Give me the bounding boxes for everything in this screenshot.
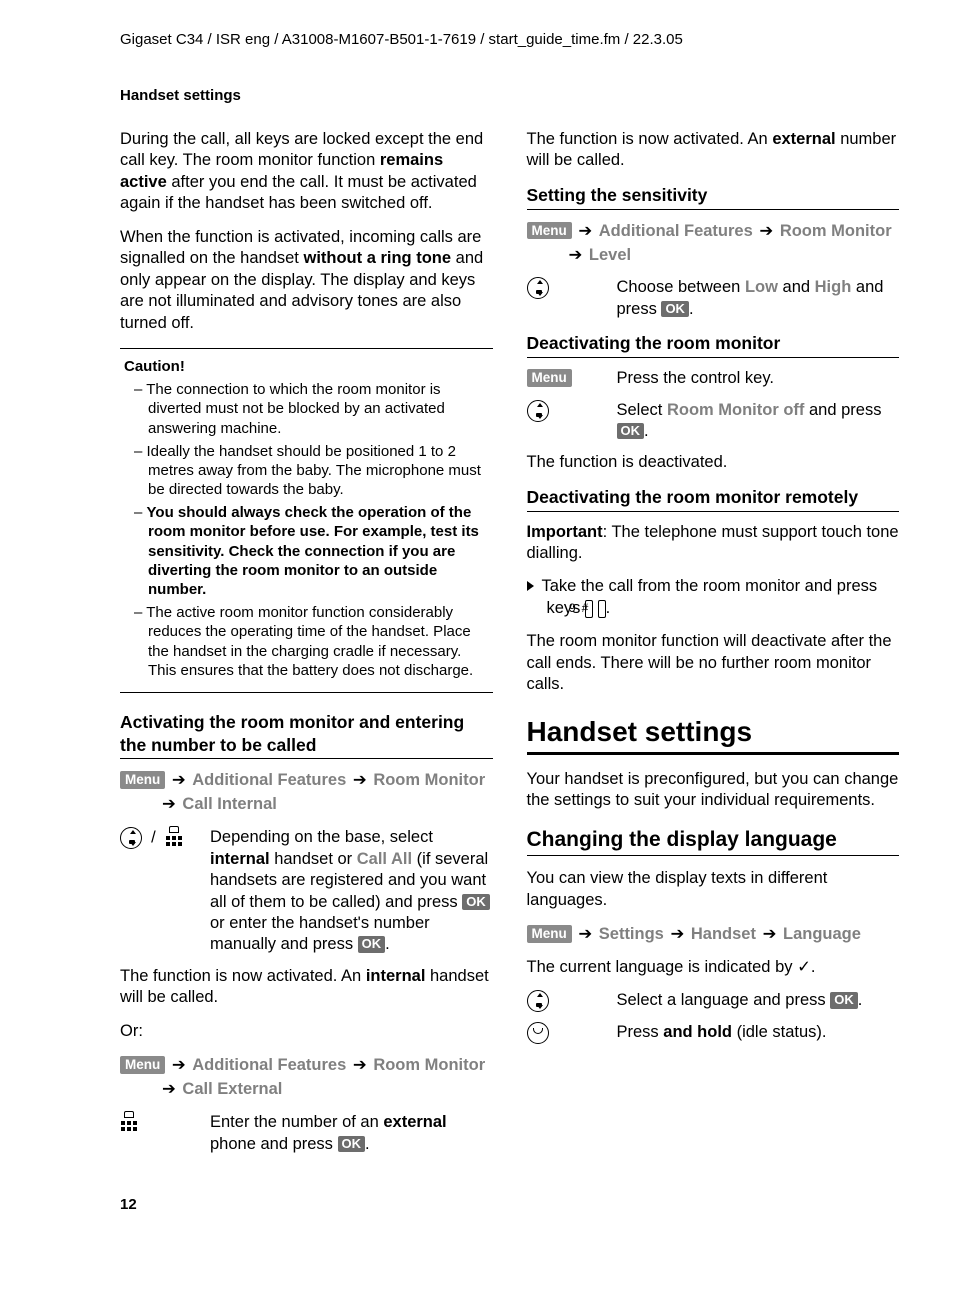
- control-key-icon: [527, 400, 549, 422]
- content-columns: During the call, all keys are locked exc…: [55, 129, 899, 1165]
- menu-key-icon: Menu: [527, 222, 572, 240]
- arrow-icon: ➔: [160, 1080, 178, 1098]
- step-row: Choose between Low and High and press OK…: [527, 277, 900, 320]
- heading-deactivate-remote: Deactivating the room monitor remotely: [527, 486, 900, 512]
- para: Important: The telephone must support to…: [527, 522, 900, 565]
- step-row: Select a language and press OK.: [527, 990, 900, 1012]
- checkmark-icon: ✓: [797, 958, 811, 976]
- menu-key-icon: Menu: [120, 1056, 165, 1074]
- para: The room monitor function will deactivat…: [527, 631, 900, 695]
- left-column: During the call, all keys are locked exc…: [120, 129, 493, 1165]
- control-key-icon: [527, 990, 549, 1012]
- arrow-icon: ➔: [576, 222, 594, 240]
- heading-activate: Activating the room monitor and entering…: [120, 711, 493, 760]
- heading-sensitivity: Setting the sensitivity: [527, 184, 900, 210]
- arrow-icon: ➔: [757, 222, 775, 240]
- step-text: Select a language and press OK.: [617, 990, 900, 1012]
- para: You can view the display texts in differ…: [527, 868, 900, 911]
- heading-deactivate: Deactivating the room monitor: [527, 332, 900, 358]
- menu-path: Menu ➔ Additional Features ➔ Room Monito…: [120, 769, 493, 817]
- menu-path: Menu ➔ Additional Features ➔ Room Monito…: [527, 220, 900, 268]
- key-hash-icon: #: [598, 600, 606, 618]
- caution-title: Caution!: [124, 357, 489, 376]
- step-icon-cell: [120, 1112, 210, 1155]
- heading-language: Changing the display language: [527, 826, 900, 856]
- menu-path: Menu ➔ Additional Features ➔ Room Monito…: [120, 1054, 493, 1102]
- step-icon-cell: Menu: [527, 368, 617, 389]
- step-row: Enter the number of an external phone an…: [120, 1112, 493, 1155]
- step-icon-cell: [527, 277, 617, 320]
- ok-key-icon: OK: [358, 936, 386, 952]
- arrow-icon: ➔: [160, 795, 178, 813]
- arrow-icon: ➔: [576, 925, 594, 943]
- ok-key-icon: OK: [661, 301, 689, 317]
- step-icon-cell: /: [120, 827, 210, 956]
- step-icon-cell: [527, 990, 617, 1012]
- step-text: Press and hold (idle status).: [617, 1022, 900, 1044]
- step-row: / Depending on the base, select internal…: [120, 827, 493, 956]
- menu-key-icon: Menu: [120, 771, 165, 789]
- doc-header: Gigaset C34 / ISR eng / A31008-M1607-B50…: [55, 30, 899, 50]
- step-text: Press the control key.: [617, 368, 900, 389]
- caution-item: You should always check the operation of…: [124, 503, 489, 599]
- step-icon-cell: [527, 400, 617, 443]
- arrow-icon: ➔: [170, 771, 188, 789]
- step-bullet: Take the call from the room monitor and …: [527, 576, 900, 619]
- keypad-icon: [120, 1113, 138, 1133]
- step-icon-cell: [527, 1022, 617, 1044]
- ok-key-icon: OK: [617, 423, 645, 439]
- control-key-icon: [527, 277, 549, 299]
- para: The function is deactivated.: [527, 452, 900, 473]
- control-key-icon: [120, 827, 142, 849]
- caution-box: Caution! The connection to which the roo…: [120, 348, 493, 693]
- para: When the function is activated, incoming…: [120, 227, 493, 334]
- keypad-icon: [165, 828, 183, 848]
- page-number: 12: [55, 1195, 899, 1215]
- menu-key-icon: Menu: [527, 925, 572, 943]
- arrow-icon: ➔: [351, 1056, 369, 1074]
- caution-item: Ideally the handset should be positioned…: [124, 442, 489, 500]
- arrow-icon: ➔: [668, 925, 686, 943]
- triangle-bullet-icon: [527, 581, 534, 591]
- arrow-icon: ➔: [567, 246, 585, 264]
- para: Your handset is preconfigured, but you c…: [527, 769, 900, 812]
- step-row: Menu Press the control key.: [527, 368, 900, 389]
- para: The function is now activated. An intern…: [120, 966, 493, 1009]
- running-head: Handset settings: [55, 86, 899, 106]
- heading-handset-settings: Handset settings: [527, 714, 900, 755]
- control-key-hold-icon: [527, 1022, 549, 1044]
- arrow-icon: ➔: [351, 771, 369, 789]
- step-row: Press and hold (idle status).: [527, 1022, 900, 1044]
- step-row: Select Room Monitor off and press OK.: [527, 400, 900, 443]
- step-text: Choose between Low and High and press OK…: [617, 277, 900, 320]
- step-text: Select Room Monitor off and press OK.: [617, 400, 900, 443]
- para: The function is now activated. An extern…: [527, 129, 900, 172]
- menu-path: Menu ➔ Settings ➔ Handset ➔ Language: [527, 923, 900, 947]
- right-column: The function is now activated. An extern…: [527, 129, 900, 1165]
- caution-item: The active room monitor function conside…: [124, 603, 489, 680]
- arrow-icon: ➔: [170, 1056, 188, 1074]
- caution-list: The connection to which the room monitor…: [124, 380, 489, 680]
- arrow-icon: ➔: [761, 925, 779, 943]
- caution-item: The connection to which the room monitor…: [124, 380, 489, 438]
- ok-key-icon: OK: [462, 894, 490, 910]
- menu-key-icon: Menu: [527, 369, 572, 387]
- ok-key-icon: OK: [338, 1136, 366, 1152]
- para: During the call, all keys are locked exc…: [120, 129, 493, 215]
- step-text: Depending on the base, select internal h…: [210, 827, 493, 956]
- ok-key-icon: OK: [830, 992, 858, 1008]
- step-text: Enter the number of an external phone an…: [210, 1112, 493, 1155]
- para: The current language is indicated by ✓.: [527, 957, 900, 978]
- para-or: Or:: [120, 1021, 493, 1042]
